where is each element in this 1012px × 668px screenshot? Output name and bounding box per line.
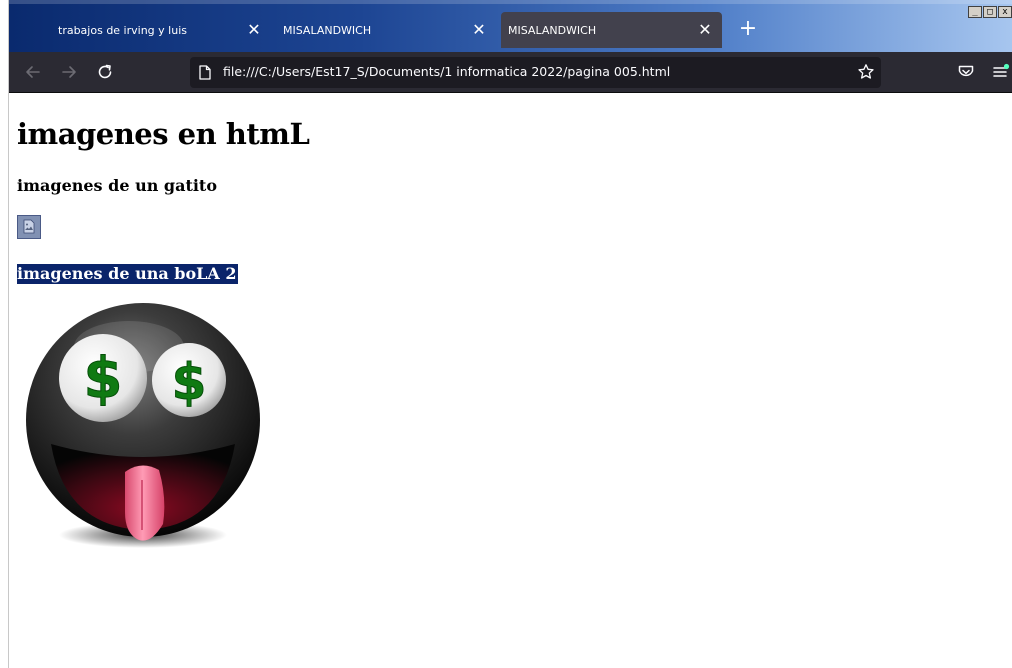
- close-window-button[interactable]: x: [998, 6, 1012, 18]
- left-eye-dollar: $: [84, 346, 123, 411]
- tab-3-active[interactable]: MISALANDWICH ✕: [501, 12, 722, 48]
- menu-icon[interactable]: [991, 62, 1011, 82]
- tab-strip: trabajos de irving y luis ✕ MISALANDWICH…: [9, 0, 1012, 52]
- broken-image-icon: [17, 215, 41, 239]
- window-controls: _ □ x: [968, 6, 1012, 18]
- forward-arrow-icon[interactable]: [59, 62, 79, 82]
- right-eye-dollar: $: [172, 353, 207, 411]
- money-eyes-smiley-image: $ $: [26, 303, 260, 548]
- pocket-icon[interactable]: [956, 62, 976, 82]
- tab-1-label: trabajos de irving y luis: [58, 23, 187, 37]
- cat-images-heading: imagenes de un gatito: [17, 176, 217, 195]
- ball-tongue: [125, 465, 165, 541]
- tab-3-close-icon[interactable]: ✕: [696, 21, 714, 39]
- bookmark-star-icon[interactable]: [857, 63, 875, 81]
- tab-1[interactable]: trabajos de irving y luis ✕: [9, 12, 271, 48]
- address-bar[interactable]: file:///C:/Users/Est17_S/Documents/1 inf…: [190, 57, 881, 88]
- tab-2[interactable]: MISALANDWICH ✕: [274, 12, 496, 48]
- tab-2-label: MISALANDWICH: [283, 23, 372, 37]
- minimize-button[interactable]: _: [968, 6, 982, 18]
- broken-image-glyph: [23, 219, 35, 234]
- maximize-button[interactable]: □: [983, 6, 997, 18]
- navigation-toolbar: file:///C:/Users/Est17_S/Documents/1 inf…: [9, 52, 1012, 92]
- new-tab-button[interactable]: +: [736, 18, 760, 42]
- toolbar-border: [9, 92, 1012, 93]
- page-file-icon: [199, 65, 211, 80]
- tab-3-label: MISALANDWICH: [508, 23, 597, 37]
- back-arrow-icon[interactable]: [23, 62, 43, 82]
- tab-2-close-icon[interactable]: ✕: [470, 21, 488, 39]
- ball-images-heading: imagenes de una boLA 2: [17, 264, 238, 284]
- url-text[interactable]: file:///C:/Users/Est17_S/Documents/1 inf…: [223, 64, 670, 79]
- tab-1-close-icon[interactable]: ✕: [245, 21, 263, 39]
- window-left-edge: [0, 0, 9, 668]
- reload-icon[interactable]: [95, 62, 115, 82]
- titlebar-shine: [9, 0, 1012, 4]
- page-heading: imagenes en htmL: [17, 117, 310, 151]
